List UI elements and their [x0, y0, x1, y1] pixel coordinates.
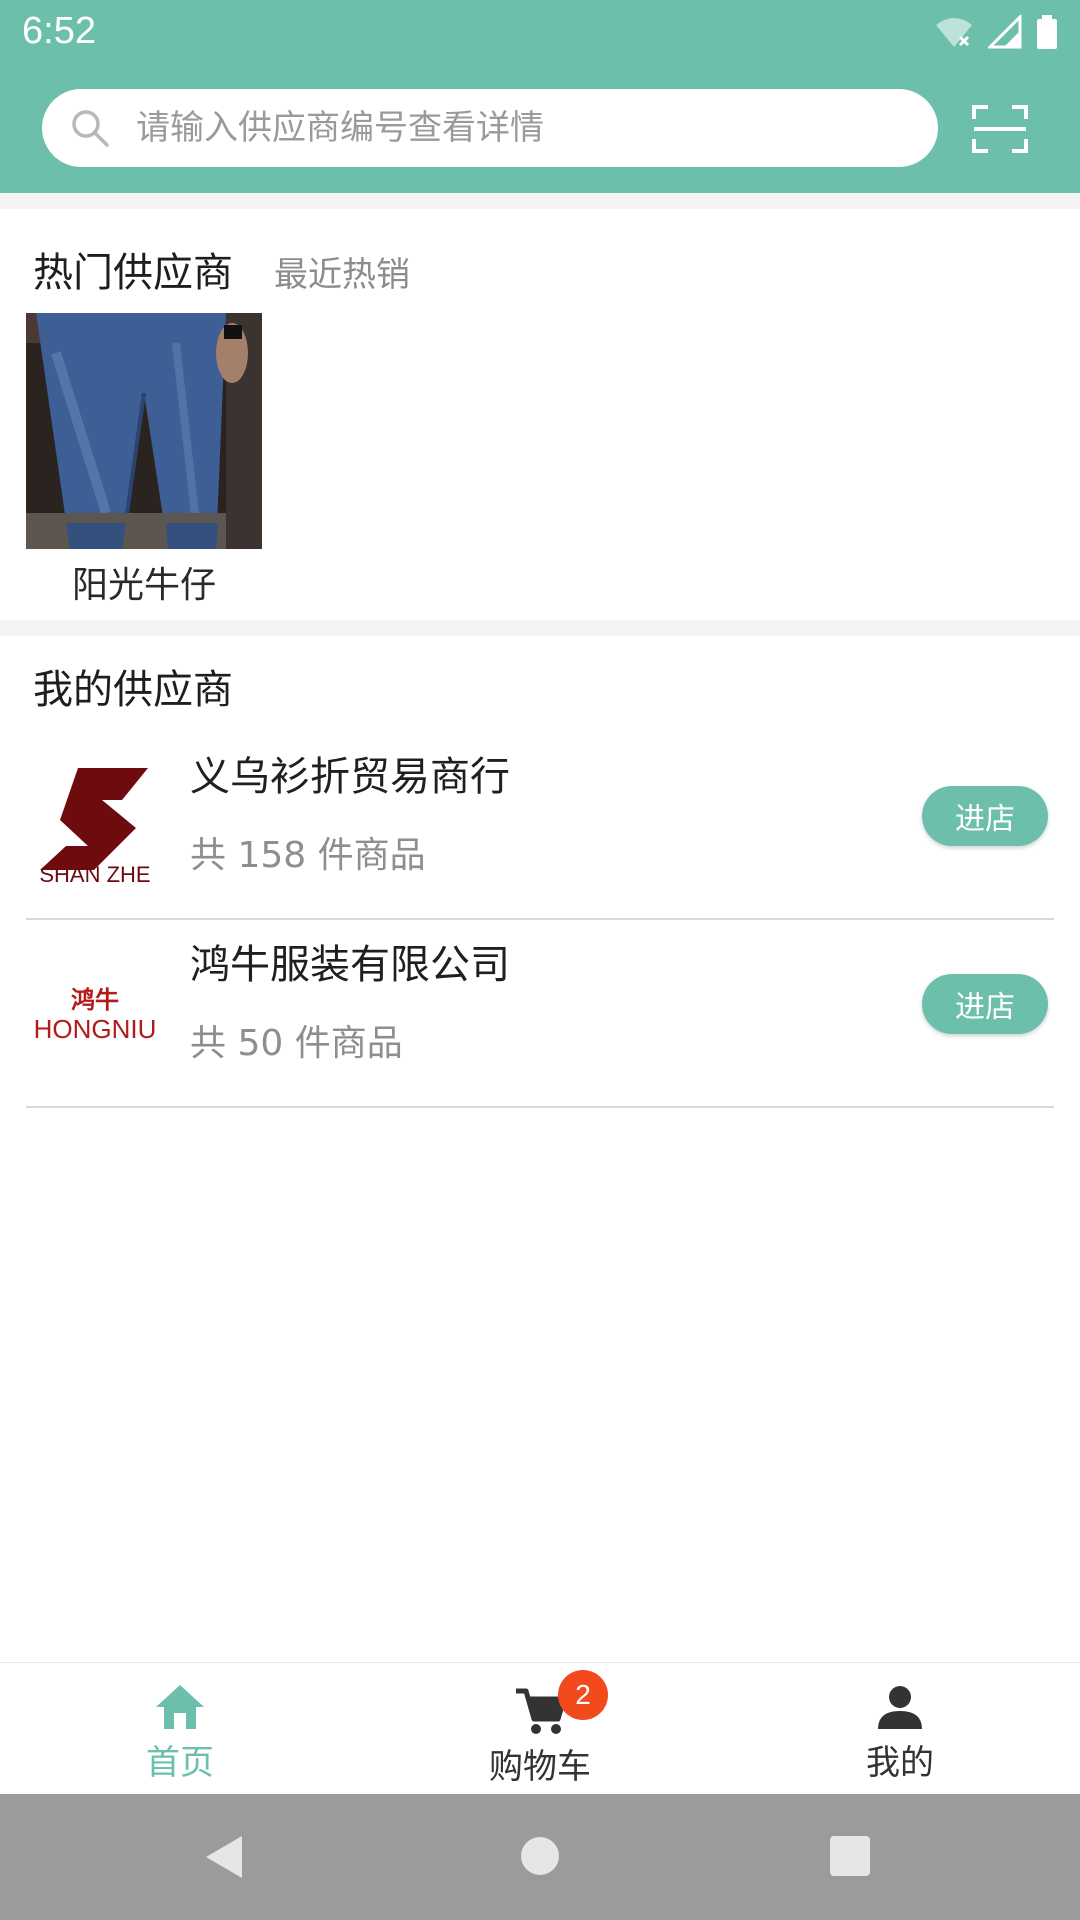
person-icon	[878, 1686, 922, 1729]
hot-section-title: 热门供应商	[33, 250, 233, 296]
status-icons	[934, 14, 1058, 50]
back-icon[interactable]	[202, 1834, 246, 1880]
my-section-title: 我的供应商	[33, 667, 233, 713]
jeans-photo	[26, 313, 262, 549]
hot-supplier-name[interactable]: 阳光牛仔	[26, 556, 262, 608]
divider-bar	[0, 620, 1080, 636]
status-time: 6:52	[22, 10, 96, 52]
nav-mine-label: 我的	[866, 1743, 934, 1783]
divider-bar	[0, 193, 1080, 209]
enter-store-button[interactable]: 进店	[922, 786, 1048, 846]
bottom-nav: 首页 购物车 我的	[0, 1662, 1080, 1794]
nav-home-label: 首页	[146, 1743, 214, 1783]
nav-mine[interactable]: 我的	[800, 1663, 1000, 1795]
signal-icon	[988, 15, 1022, 49]
supplier-logo-shanzhe: SHAN ZHE	[32, 760, 158, 887]
home-circle-icon[interactable]	[520, 1836, 560, 1876]
enter-store-button[interactable]: 进店	[922, 974, 1048, 1034]
logo-text: HONGNIU	[34, 1014, 157, 1044]
nav-home[interactable]: 首页	[80, 1663, 280, 1795]
system-nav-bar	[0, 1794, 1080, 1920]
nav-cart-label: 购物车	[489, 1747, 591, 1787]
search-icon	[72, 110, 109, 147]
search-bar[interactable]	[42, 89, 938, 167]
scan-icon[interactable]	[972, 103, 1028, 155]
home-icon	[156, 1685, 204, 1729]
supplier-count: 共 158 件商品	[190, 835, 426, 876]
recents-icon[interactable]	[830, 1836, 870, 1876]
logo-text-cn: 鸿牛	[71, 986, 119, 1014]
supplier-name: 义乌衫折贸易商行	[190, 754, 510, 800]
supplier-name: 鸿牛服装有限公司	[190, 942, 510, 988]
battery-icon	[1037, 15, 1057, 49]
hot-section-subtitle: 最近热销	[274, 255, 410, 295]
search-input[interactable]	[136, 89, 896, 167]
row-divider	[26, 1106, 1054, 1108]
supplier-row[interactable]: 鸿牛 HONGNIU 鸿牛服装有限公司 共 50 件商品 进店	[0, 920, 1080, 1108]
cart-badge: 2	[558, 1670, 608, 1720]
wifi-icon	[936, 18, 972, 47]
app-header: 6:52	[0, 0, 1080, 193]
nav-cart[interactable]: 购物车	[440, 1663, 640, 1795]
supplier-count: 共 50 件商品	[190, 1023, 403, 1064]
supplier-row[interactable]: SHAN ZHE 义乌衫折贸易商行 共 158 件商品 进店	[0, 732, 1080, 920]
logo-text: SHAN ZHE	[39, 862, 150, 886]
hot-supplier-image[interactable]	[26, 313, 262, 549]
supplier-logo-hongniu: 鸿牛 HONGNIU	[32, 948, 158, 1074]
